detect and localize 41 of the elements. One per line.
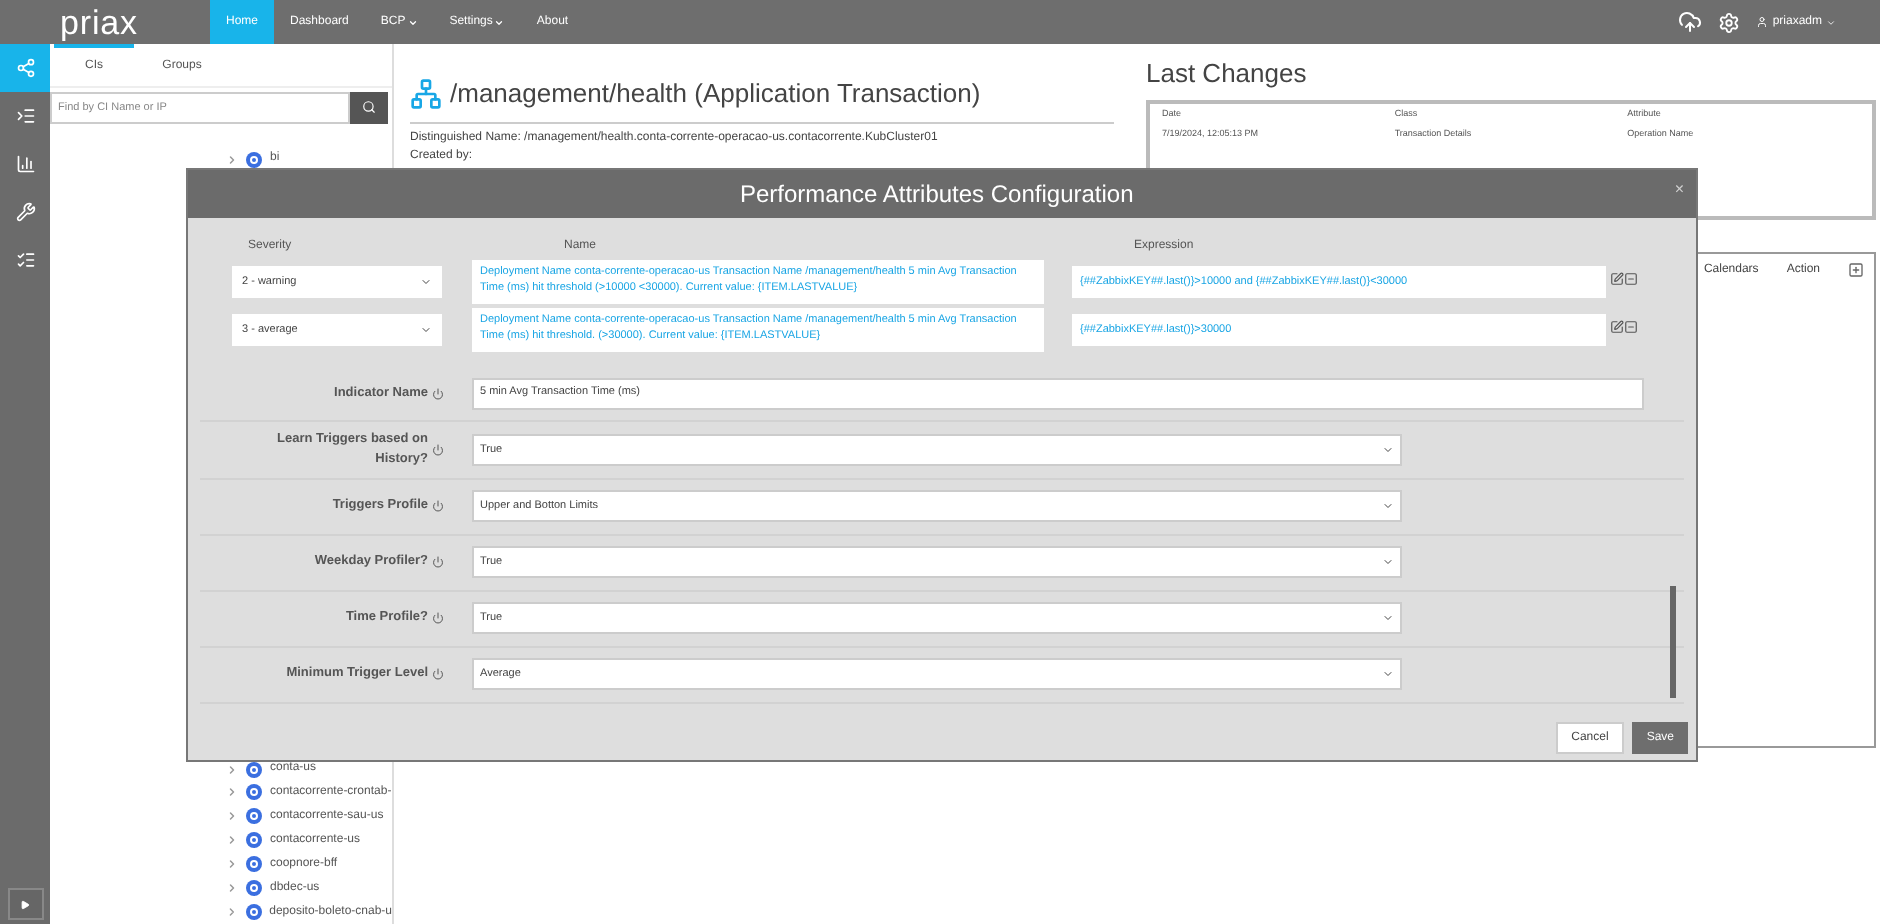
add-icon[interactable] bbox=[1848, 261, 1864, 277]
caret-icon bbox=[1382, 612, 1394, 624]
caret-icon bbox=[420, 276, 432, 288]
edit-icon[interactable] bbox=[1610, 272, 1624, 286]
scrollbar-thumb[interactable] bbox=[1670, 586, 1676, 698]
power-icon bbox=[432, 387, 444, 399]
search-button[interactable] bbox=[350, 91, 388, 124]
ci-node-icon bbox=[246, 784, 262, 801]
caret-icon bbox=[1382, 556, 1394, 568]
power-icon bbox=[432, 668, 444, 680]
ci-node-icon bbox=[246, 832, 262, 849]
power-icon bbox=[432, 612, 444, 624]
close-button[interactable]: × bbox=[1674, 178, 1684, 202]
ci-node-icon bbox=[246, 880, 262, 897]
transaction-icon bbox=[410, 77, 442, 110]
user-icon bbox=[1756, 16, 1769, 28]
caret-icon bbox=[1382, 500, 1394, 512]
section-title: Last Changes bbox=[1146, 56, 1309, 92]
remove-icon[interactable] bbox=[1624, 272, 1638, 286]
gears-icon[interactable] bbox=[1718, 11, 1741, 33]
play-icon bbox=[20, 899, 30, 909]
caret-icon bbox=[1382, 443, 1394, 456]
edit-icon[interactable] bbox=[1610, 320, 1624, 334]
ci-node-icon bbox=[246, 856, 262, 873]
logo[interactable]: priax bbox=[60, 5, 210, 39]
caret-icon bbox=[1382, 668, 1394, 680]
power-icon bbox=[432, 500, 444, 512]
ci-node-icon bbox=[246, 808, 262, 825]
expand-caret-icon[interactable] bbox=[226, 153, 238, 166]
ci-node-icon bbox=[246, 151, 262, 168]
power-icon bbox=[432, 556, 444, 568]
remove-icon[interactable] bbox=[1624, 320, 1638, 334]
expand-button[interactable] bbox=[7, 888, 43, 920]
search-icon bbox=[362, 100, 376, 115]
dialog-title: Performance Attributes Configuration bbox=[740, 178, 1134, 212]
caret-icon bbox=[1826, 17, 1836, 27]
power-icon bbox=[432, 443, 444, 456]
share-icon[interactable] bbox=[0, 44, 50, 92]
caret-icon bbox=[420, 324, 432, 336]
page-title: /management/health (Application Transaction) bbox=[450, 76, 981, 112]
cloud-upload-icon[interactable] bbox=[1678, 10, 1703, 34]
